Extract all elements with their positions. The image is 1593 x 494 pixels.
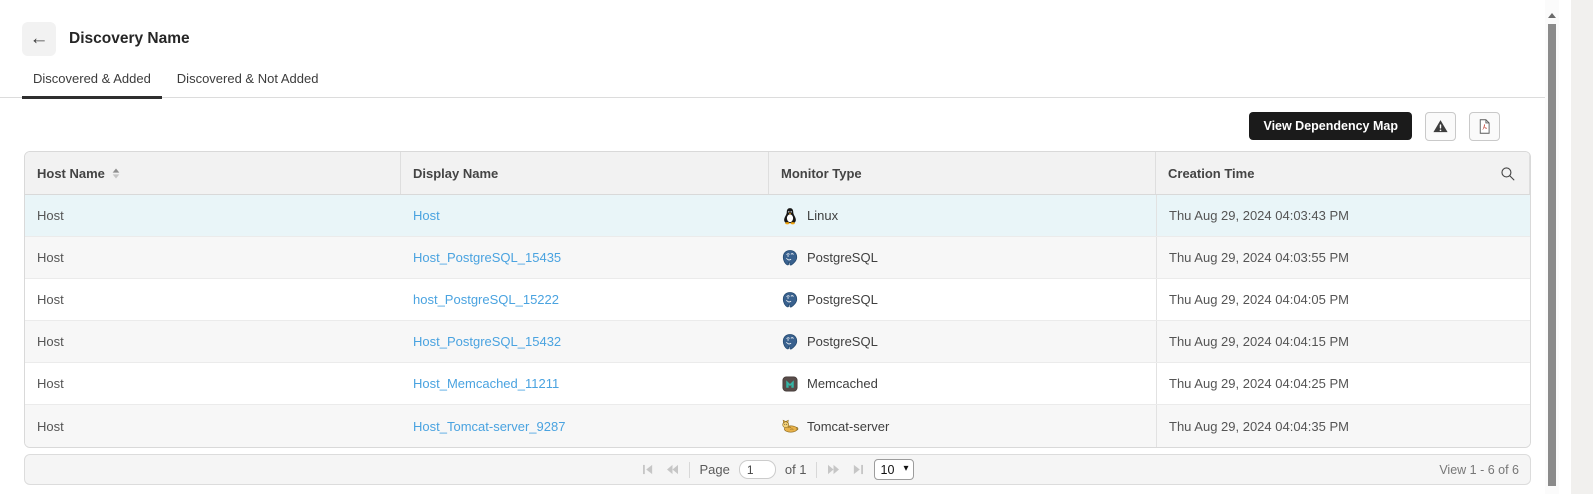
table-header-row: Host Name Display Name Monitor Type Crea… [25,152,1530,195]
pdf-document-icon [1476,118,1493,135]
back-arrow-icon: ← [30,28,49,49]
pager-separator [689,462,690,478]
postgresql-icon [781,291,799,309]
page-size-select[interactable]: 10 [874,459,914,480]
display-name-cell: Host_PostgreSQL_15435 [401,237,769,278]
first-page-icon[interactable] [641,464,656,475]
back-button[interactable]: ← [22,22,56,56]
view-count-label: View 1 - 6 of 6 [1439,463,1519,477]
display-name-link[interactable]: Host [413,208,440,223]
window-edge [1571,0,1593,494]
display-name-link[interactable]: Host_PostgreSQL_15435 [413,250,561,265]
scroll-up-arrow-icon[interactable] [1548,13,1556,18]
export-pdf-button[interactable] [1469,112,1500,141]
host-name-cell: Host [25,237,401,278]
pagination-controls: Page of 1 10 ▾ [641,459,913,480]
vertical-scrollbar [1545,0,1559,494]
postgresql-icon [781,249,799,267]
monitors-table: Host Name Display Name Monitor Type Crea… [24,151,1531,448]
column-header-host-name[interactable]: Host Name [25,152,401,194]
display-name-cell: Host_PostgreSQL_15432 [401,321,769,362]
sort-arrows-icon[interactable] [111,167,121,180]
display-name-cell: host_PostgreSQL_15222 [401,279,769,320]
next-page-icon[interactable] [826,464,841,475]
page-label: Page [699,462,729,477]
linux-icon [781,207,799,225]
table-row[interactable]: Host Host Linux Thu Aug 29, 2024 04:03:4… [25,195,1530,237]
table-row[interactable]: Host host_PostgreSQL_15222 PostgreSQL Th… [25,279,1530,321]
previous-page-icon[interactable] [665,464,680,475]
host-name-cell: Host [25,321,401,362]
display-name-cell: Host [401,195,769,236]
monitor-type-cell: PostgreSQL [769,321,1156,362]
display-name-link[interactable]: Host_Memcached_11211 [413,376,559,391]
monitor-type-cell: PostgreSQL [769,279,1156,320]
host-name-cell: Host [25,405,401,447]
creation-time-cell: Thu Aug 29, 2024 04:04:25 PM [1156,363,1530,404]
creation-time-cell: Thu Aug 29, 2024 04:04:15 PM [1156,321,1530,362]
creation-time-cell: Thu Aug 29, 2024 04:03:43 PM [1156,195,1530,236]
column-header-monitor-type: Monitor Type [769,152,1156,194]
display-name-cell: Host_Tomcat-server_9287 [401,405,769,447]
display-name-link[interactable]: Host_PostgreSQL_15432 [413,334,561,349]
table-row[interactable]: Host Host_Memcached_11211 Memcached Thu … [25,363,1530,405]
table-row[interactable]: Host Host_PostgreSQL_15432 PostgreSQL Th… [25,321,1530,363]
pager-separator [816,462,817,478]
creation-time-cell: Thu Aug 29, 2024 04:04:35 PM [1156,405,1530,447]
pagination-bar: Page of 1 10 ▾ View 1 - 6 of 6 [24,454,1531,485]
host-name-cell: Host [25,195,401,236]
page-of-label: of 1 [785,462,807,477]
creation-time-cell: Thu Aug 29, 2024 04:04:05 PM [1156,279,1530,320]
view-dependency-map-button[interactable]: View Dependency Map [1249,112,1412,140]
creation-time-cell: Thu Aug 29, 2024 04:03:55 PM [1156,237,1530,278]
display-name-cell: Host_Memcached_11211 [401,363,769,404]
tab-discovered-not-added[interactable]: Discovered & Not Added [166,71,330,99]
main-content: ← Discovery Name Discovered & Added Disc… [0,0,1545,494]
memcached-icon [781,375,799,393]
postgresql-icon [781,333,799,351]
page-number-input[interactable] [739,460,776,479]
toolbar: View Dependency Map [0,111,1500,141]
table-row[interactable]: Host Host_PostgreSQL_15435 PostgreSQL Th… [25,237,1530,279]
page-title: Discovery Name [69,30,190,48]
scrollbar-thumb[interactable] [1548,24,1556,486]
column-header-creation-time: Creation Time [1156,152,1530,194]
table-row[interactable]: Host Host_Tomcat-server_9287 Tomcat-serv… [25,405,1530,447]
monitor-type-cell: Memcached [769,363,1156,404]
tab-bar: Discovered & Added Discovered & Not Adde… [0,71,1545,98]
display-name-link[interactable]: Host_Tomcat-server_9287 [413,419,565,434]
tab-discovered-added[interactable]: Discovered & Added [22,71,162,99]
page-header: ← Discovery Name [0,0,1545,56]
last-page-icon[interactable] [850,464,865,475]
display-name-link[interactable]: host_PostgreSQL_15222 [413,292,559,307]
monitor-type-cell: PostgreSQL [769,237,1156,278]
host-name-cell: Host [25,279,401,320]
monitor-type-cell: Tomcat-server [769,405,1156,447]
host-name-cell: Host [25,363,401,404]
warning-triangle-icon [1432,118,1449,135]
column-header-display-name: Display Name [401,152,769,194]
search-icon[interactable] [1499,165,1516,182]
monitor-type-cell: Linux [769,195,1156,236]
tomcat-icon [781,417,799,435]
alarms-button[interactable] [1425,112,1456,141]
